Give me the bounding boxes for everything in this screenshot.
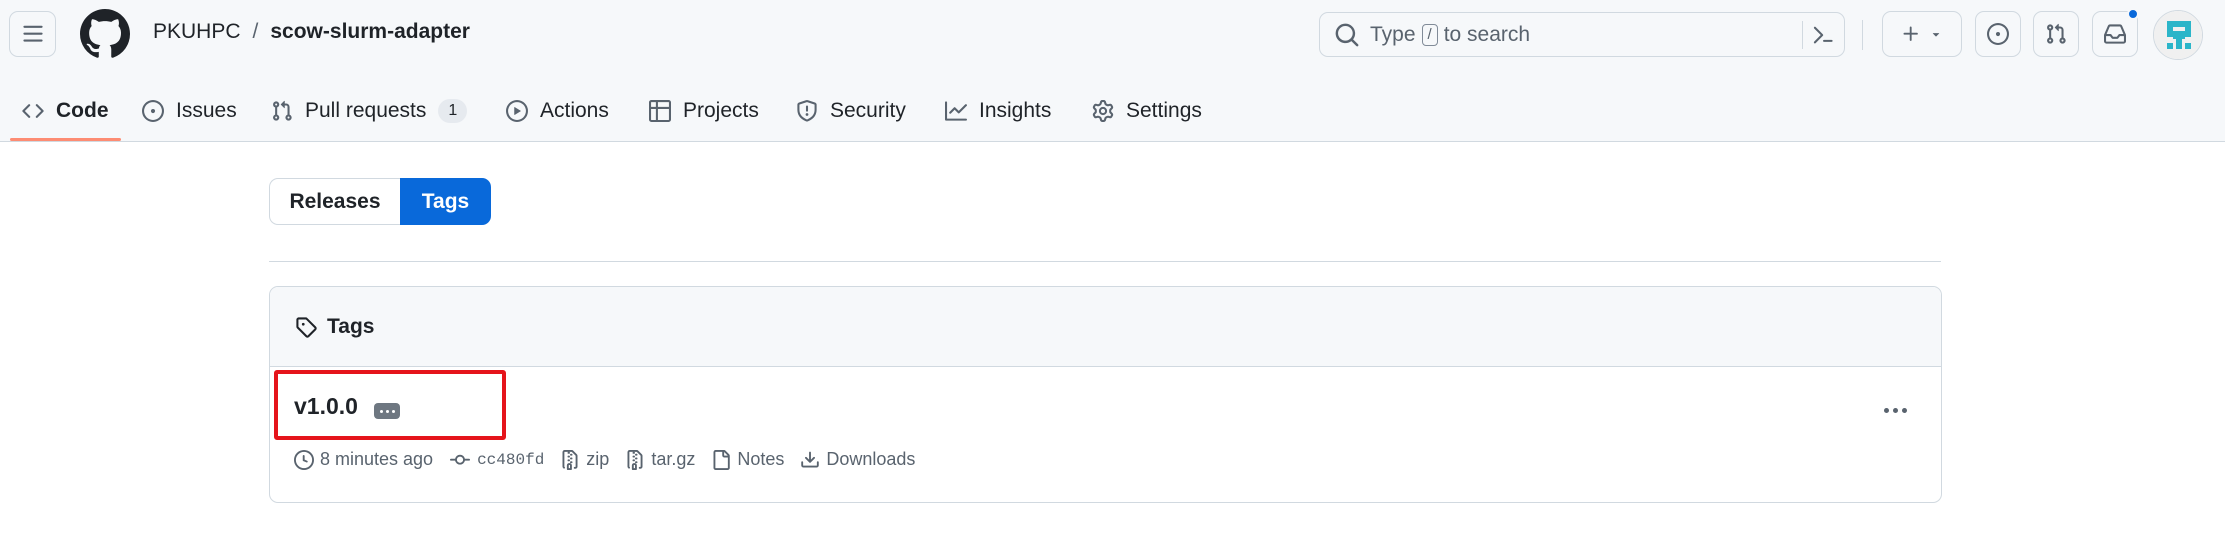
file-icon: [713, 449, 731, 470]
tag-options-button[interactable]: [1877, 395, 1913, 425]
tag-time: 8 minutes ago: [294, 449, 433, 470]
tag-zip-label: zip: [586, 449, 610, 469]
pull-requests-counter: 1: [438, 99, 468, 123]
tab-code-label: Code: [56, 99, 109, 122]
tab-issues[interactable]: Issues: [142, 82, 237, 140]
releases-tags-toggle: Releases Tags: [269, 178, 491, 225]
tag-commit-link[interactable]: cc480fd: [449, 450, 544, 470]
plus-icon: [1903, 26, 1918, 41]
breadcrumb-repo[interactable]: scow-slurm-adapter: [270, 20, 470, 44]
breadcrumb-separator: /: [252, 20, 259, 43]
tab-pull-requests[interactable]: Pull requests 1: [271, 82, 468, 140]
clock-icon: [294, 449, 314, 470]
kebab-horizontal-icon: [1883, 407, 1889, 413]
issue-opened-icon: [1987, 23, 2009, 45]
tab-insights-label: Insights: [979, 99, 1052, 122]
search-input[interactable]: Type / to search: [1319, 12, 1845, 57]
chevron-down-icon: [1932, 33, 1940, 37]
git-pull-request-icon: [273, 100, 292, 121]
top-bar: PKUHPC / scow-slurm-adapter Type / to se…: [0, 0, 2225, 72]
tag-meta: 8 minutes ago cc480fd zip tar.gz Notes D…: [294, 449, 931, 470]
app-header: PKUHPC / scow-slurm-adapter Type / to se…: [0, 0, 2225, 142]
tag-downloads-link[interactable]: Downloads: [800, 449, 915, 470]
tag-row: v1.0.0 8 minutes ago cc480fd zip tar.gz: [270, 367, 1941, 502]
git-pull-request-icon: [2047, 23, 2066, 44]
tab-settings[interactable]: Settings: [1092, 82, 1202, 140]
download-icon: [801, 451, 820, 467]
tab-issues-label: Issues: [176, 99, 237, 122]
file-zip-icon: [627, 449, 643, 470]
inbox-icon: [2104, 24, 2126, 44]
tag-downloads-label: Downloads: [826, 449, 916, 469]
tag-time-label: 8 minutes ago: [320, 449, 434, 469]
notification-dot: [2127, 8, 2139, 20]
search-prefix: Type: [1370, 22, 1416, 46]
breadcrumb-owner[interactable]: PKUHPC: [153, 20, 241, 44]
table-icon: [649, 100, 671, 122]
notifications-button[interactable]: [2092, 8, 2139, 57]
git-commit-icon: [450, 454, 471, 465]
tab-insights[interactable]: Insights: [945, 82, 1051, 140]
releases-button[interactable]: Releases: [269, 178, 400, 225]
tags-button[interactable]: Tags: [400, 178, 491, 225]
graph-icon: [945, 101, 967, 121]
tag-name-link[interactable]: v1.0.0: [294, 393, 358, 420]
your-issues-button[interactable]: [1975, 11, 2021, 57]
create-new-button[interactable]: [1882, 11, 1962, 57]
play-icon: [506, 100, 528, 122]
tag-zip-link[interactable]: zip: [560, 449, 609, 470]
tab-projects[interactable]: Projects: [649, 82, 759, 140]
tab-pull-requests-label: Pull requests: [305, 99, 427, 122]
tag-notes-link[interactable]: Notes: [711, 449, 784, 470]
repo-nav: Code Issues Pull requests 1 Actions Proj…: [0, 82, 2225, 142]
slash-key: /: [1421, 23, 1438, 46]
shield-icon: [797, 100, 817, 122]
header-divider: [1862, 20, 1863, 50]
menu-button[interactable]: [9, 11, 56, 57]
search-placeholder: Type / to search: [1370, 23, 1530, 47]
tag-notes-label: Notes: [737, 449, 785, 469]
tab-actions-label: Actions: [540, 99, 609, 122]
expand-message-button[interactable]: [374, 403, 400, 419]
tab-actions[interactable]: Actions: [506, 82, 609, 140]
tab-settings-label: Settings: [1126, 99, 1202, 122]
command-palette-button[interactable]: [1802, 21, 1834, 49]
github-logo[interactable]: [80, 9, 130, 59]
tag-tar-label: tar.gz: [651, 449, 696, 469]
tab-security[interactable]: Security: [796, 82, 906, 140]
tab-code[interactable]: Code: [10, 82, 120, 141]
tag-icon: [296, 316, 317, 338]
issue-opened-icon: [142, 100, 164, 122]
file-zip-icon: [562, 449, 578, 470]
code-icon: [22, 104, 44, 118]
tag-tar-link[interactable]: tar.gz: [625, 449, 695, 470]
divider: [269, 261, 1941, 262]
search-suffix: to search: [1443, 22, 1531, 46]
gear-icon: [1092, 100, 1114, 122]
tags-box-title: Tags: [327, 314, 375, 338]
breadcrumb: PKUHPC / scow-slurm-adapter: [153, 20, 470, 44]
tags-box-header: Tags: [270, 287, 1941, 367]
avatar[interactable]: [2153, 10, 2203, 60]
command-palette-icon: [1813, 26, 1833, 44]
tab-security-label: Security: [830, 99, 906, 122]
tags-box: Tags v1.0.0 8 minutes ago cc480fd zip ta…: [269, 286, 1942, 503]
avatar-identicon: [2154, 11, 2202, 59]
tab-projects-label: Projects: [683, 99, 759, 122]
search-icon: [1335, 23, 1359, 46]
hamburger-icon: [22, 25, 43, 42]
tag-commit-sha: cc480fd: [477, 450, 545, 469]
your-pull-requests-button[interactable]: [2033, 11, 2079, 57]
